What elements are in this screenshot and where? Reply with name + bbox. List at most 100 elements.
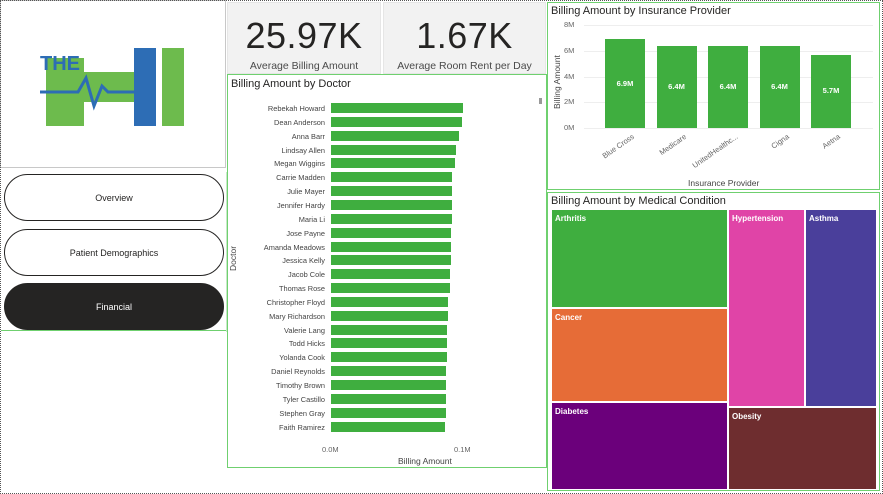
kpi-average-billing[interactable]: 25.97K Average Billing Amount [227, 2, 381, 74]
treemap-tile[interactable]: Arthritis [551, 209, 728, 308]
doctor-billing-chart[interactable]: Billing Amount by Doctor Rebekah Howard D… [227, 74, 547, 468]
treemap-plot: Arthritis Cancer Diabetes Hypertension Asthm… [551, 209, 877, 490]
insurance-y-tick: 2M [564, 97, 575, 107]
insurance-bar-value: 6.4M [668, 81, 685, 91]
logo-text: THE [40, 53, 80, 75]
doctor-label: Todd Hicks [288, 339, 325, 349]
doctor-label: Jose Payne [286, 228, 325, 238]
doctor-bar[interactable] [331, 393, 446, 404]
doctor-label: Anna Barr [291, 131, 325, 141]
insurance-x-tick: UnitedHealthc... [690, 132, 740, 170]
doctor-bar[interactable] [331, 255, 452, 266]
doctor-label: Carrie Madden [276, 173, 325, 183]
doctor-label: Valerie Lang [284, 325, 325, 335]
nav-demographics-button[interactable]: Patient Demographics [4, 229, 224, 276]
doctor-label: Timothy Brown [275, 381, 325, 390]
treemap-tile-label: Asthma [809, 214, 839, 223]
doctor-label: Maria Li [298, 214, 325, 224]
kpi-billing-value: 25.97K [245, 15, 363, 56]
nav-financial-button[interactable]: Financial [4, 283, 224, 330]
nav-overview-label: Overview [95, 192, 133, 203]
doctor-label: Christopher Floyd [266, 297, 325, 307]
doctor-bar[interactable] [331, 227, 452, 238]
kpi-room-value: 1.67K [416, 15, 513, 56]
doctor-x-tick-1: 0.1M [454, 445, 471, 454]
treemap-title: Billing Amount by Medical Condition [551, 195, 726, 207]
hospital-logo: THE [40, 48, 184, 126]
doctor-x-tick-0: 0.0M [322, 445, 339, 454]
insurance-y-tick: 4M [564, 71, 575, 81]
doctor-bar[interactable] [331, 269, 450, 280]
treemap-tile[interactable]: Hypertension [728, 209, 805, 407]
treemap-tile[interactable]: Obesity [728, 407, 877, 490]
doctor-bar[interactable] [331, 407, 446, 418]
doctor-bar[interactable] [331, 296, 449, 307]
insurance-x-tick: Aetna [820, 132, 843, 151]
doctor-label: Stephen Gray [279, 408, 325, 418]
insurance-bar-value: 6.4M [719, 81, 737, 91]
insurance-gridline [584, 128, 873, 129]
doctor-label: Faith Ramirez [279, 422, 325, 432]
doctor-bar[interactable] [331, 380, 446, 390]
treemap-tile-label: Obesity [732, 412, 762, 421]
insurance-gridline [584, 25, 873, 26]
doctor-bar[interactable] [331, 199, 453, 210]
doctor-label: Amanda Meadows [263, 242, 325, 252]
logo-panel: THE ••• [0, 0, 877, 489]
insurance-x-tick: Blue Cross [600, 132, 637, 161]
doctor-label: Jacob Cole [288, 270, 325, 280]
doctor-label: Yolanda Cook [279, 353, 325, 363]
doctor-bar[interactable] [331, 130, 460, 141]
treemap-tile-label: Cancer [555, 313, 583, 322]
insurance-chart-plot: 8M 6M 4M 2M 0M 6.9M Blue Cross 6.4M Medicare 6.4M… [548, 3, 879, 189]
treemap-tile[interactable]: Diabetes [551, 402, 728, 490]
insurance-x-tick: Cigna [769, 132, 791, 151]
kpi-average-room-rent[interactable]: 1.67K Average Room Rent per Day [383, 2, 546, 74]
treemap-tile-label: Diabetes [555, 407, 589, 416]
doctor-bar[interactable] [331, 352, 448, 363]
doctor-x-axis-title: Billing Amount [398, 456, 452, 466]
insurance-y-tick: 0M [564, 123, 575, 132]
doctor-label: Jennifer Hardy [276, 200, 325, 210]
medical-condition-treemap[interactable]: Billing Amount by Medical Condition Arth… [547, 192, 880, 491]
nav-financial-label: Financial [95, 301, 133, 312]
insurance-x-tick: Medicare [657, 132, 688, 158]
treemap-tile[interactable]: Cancer [551, 308, 728, 402]
doctor-bar[interactable] [331, 103, 463, 113]
doctor-bar[interactable] [331, 186, 453, 197]
doctor-bar[interactable] [331, 283, 450, 294]
insurance-y-axis-title: Billing Amount [552, 55, 562, 109]
insurance-bar-value: 6.9M [616, 78, 634, 88]
doctor-label: Rebekah Howard [267, 104, 325, 113]
doctor-bar[interactable] [331, 158, 456, 169]
doctor-bar[interactable] [331, 213, 453, 224]
nav-overview-button[interactable]: Overview [4, 174, 224, 221]
doctor-bar[interactable] [331, 324, 448, 335]
nav-demographics-label: Patient Demographics [69, 247, 159, 258]
doctor-bar[interactable] [331, 366, 446, 377]
doctor-chart-plot: Rebekah Howard Dean Anderson Anna Barr Lind… [228, 75, 546, 467]
insurance-y-tick: 8M [564, 20, 575, 29]
doctor-bar[interactable] [331, 241, 452, 252]
scrollbar-handle[interactable] [539, 98, 542, 104]
doctor-bar[interactable] [331, 144, 457, 155]
doctor-label: Julie Mayer [287, 187, 325, 197]
doctor-bar[interactable] [331, 116, 462, 127]
doctor-label: Megan Wiggins [274, 159, 325, 169]
insurance-billing-chart[interactable]: Billing Amount by Insurance Provider 8M 6… [547, 2, 880, 190]
doctor-bar[interactable] [331, 421, 445, 432]
doctor-bar[interactable] [331, 338, 448, 349]
treemap-tile[interactable]: Asthma [805, 209, 877, 407]
doctor-bar[interactable] [331, 172, 453, 183]
doctor-label: Daniel Reynolds [271, 367, 325, 377]
doctor-label: Mary Richardson [269, 311, 325, 321]
insurance-x-axis-title: Insurance Provider [688, 178, 760, 188]
doctor-label: Dean Anderson [274, 117, 325, 127]
treemap-tile-label: Arthritis [555, 214, 587, 223]
doctor-y-axis-title: Doctor [228, 245, 238, 271]
doctor-label: Jessica Kelly [282, 256, 325, 266]
insurance-y-tick: 6M [564, 45, 575, 55]
doctor-label: Thomas Rose [278, 284, 325, 294]
doctor-bar[interactable] [331, 310, 449, 321]
doctor-label: Tyler Castillo [282, 394, 325, 404]
